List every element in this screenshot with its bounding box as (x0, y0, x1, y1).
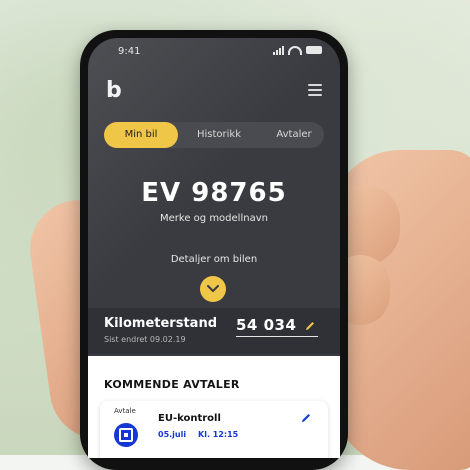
odometer-label: Kilometerstand (104, 316, 218, 331)
appointment-title: EU-kontroll (158, 413, 221, 424)
signal-icon (273, 45, 284, 55)
tab-historikk[interactable]: Historikk (184, 122, 254, 148)
tab-avtaler[interactable]: Avtaler (264, 122, 324, 148)
odometer-last-changed: Sist endret 09.02.19 (104, 335, 186, 344)
status-time: 9:41 (118, 46, 141, 57)
status-icons (273, 45, 322, 55)
car-model: Merke og modellnavn (160, 213, 268, 224)
app-logo: b (106, 78, 122, 103)
appointment-card[interactable]: Avtale EU-kontroll 05.juli Kl. 12:15 (100, 401, 328, 458)
status-bar: 9:41 (112, 44, 322, 60)
tab-bar: Min bil Historikk Avtaler (104, 122, 324, 148)
car-details-link[interactable]: Detaljer om bilen (88, 254, 340, 265)
pencil-icon[interactable] (300, 409, 312, 428)
appointment-time: Kl. 12:15 (198, 430, 239, 439)
pencil-icon[interactable] (304, 317, 316, 336)
wifi-icon (288, 45, 302, 55)
calendar-icon (114, 423, 138, 447)
hamburger-menu-icon[interactable] (308, 84, 322, 96)
chevron-down-icon[interactable] (200, 276, 226, 302)
upcoming-appointments: KOMMENDE AVTALER Avtale EU-kontroll 05.j… (88, 356, 340, 458)
license-plate: EV 98765 (141, 178, 287, 208)
odometer-underline (236, 336, 318, 337)
battery-icon (306, 46, 322, 54)
tab-min-bil[interactable]: Min bil (104, 122, 178, 148)
odometer-value: 54 034 (236, 316, 297, 334)
appointment-tag: Avtale (114, 407, 136, 415)
odometer-panel: Kilometerstand Sist endret 09.02.19 54 0… (88, 308, 340, 354)
app-screen: 9:41 b Min bil Historikk Avtaler EV 9876… (88, 38, 340, 458)
appointment-date: 05.juli (158, 430, 187, 439)
upcoming-header: KOMMENDE AVTALER (104, 378, 240, 391)
